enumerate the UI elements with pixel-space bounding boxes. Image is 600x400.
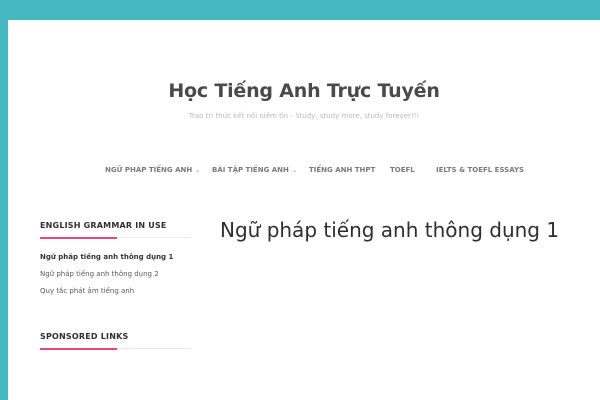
sidebar-link-ngu-phap-1[interactable]: Ngữ pháp tiếng anh thông dụng 1 bbox=[40, 253, 173, 270]
nav-item-label: TIẾNG ANH THPT bbox=[309, 166, 376, 174]
chevron-down-icon: ⌄ bbox=[195, 167, 201, 174]
nav-item-label: IELTS & TOEFL ESSAYS bbox=[436, 166, 525, 174]
nav-item-tieng-anh-thpt[interactable]: TIẾNG ANH THPT bbox=[309, 166, 375, 174]
main-navigation: NGỮ PHÁP TIẾNG ANH ⌄ BÀI TẬP TIẾNG ANH ⌄ T… bbox=[8, 166, 600, 178]
sidebar-link-ngu-phap-2[interactable]: Ngữ pháp tiếng anh thông dụng 2 bbox=[40, 270, 173, 287]
widget-accent-bar bbox=[40, 348, 117, 350]
page-container: Học Tiếng Anh Trực Tuyến Trao tri thức k… bbox=[8, 20, 600, 400]
chevron-down-icon: ⌄ bbox=[291, 167, 297, 174]
nav-item-ngu-phap-tieng-anh[interactable]: NGỮ PHÁP TIẾNG ANH ⌄ bbox=[105, 166, 200, 174]
nav-item-label: BÀI TẬP TIẾNG ANH bbox=[212, 166, 289, 174]
nav-item-label: TOEFL bbox=[390, 166, 415, 174]
nav-item-toefl[interactable]: TOEFL bbox=[390, 166, 415, 174]
nav-item-label: NGỮ PHÁP TIẾNG ANH bbox=[105, 166, 193, 174]
widget-divider bbox=[40, 348, 191, 350]
site-tagline: Trao tri thức kết nối niềm tin - Study, … bbox=[188, 112, 420, 120]
nav-item-ielts-toefl-essays[interactable]: IELTS & TOEFL ESSAYS bbox=[436, 166, 524, 174]
widget-title-english-grammar: ENGLISH GRAMMAR IN USE bbox=[40, 221, 167, 230]
post-title: Ngữ pháp tiếng anh thông dụng 1 bbox=[220, 218, 560, 242]
sidebar-link-quy-tac-phat-am[interactable]: Quy tắc phát âm tiếng anh bbox=[40, 287, 173, 304]
nav-item-bai-tap-tieng-anh[interactable]: BÀI TẬP TIẾNG ANH ⌄ bbox=[212, 166, 297, 174]
widget-title-sponsored-links: SPONSORED LINKS bbox=[40, 332, 129, 341]
grammar-links-list: Ngữ pháp tiếng anh thông dụng 1 Ngữ pháp… bbox=[40, 253, 173, 304]
widget-divider bbox=[40, 237, 191, 239]
site-title[interactable]: Học Tiếng Anh Trực Tuyến bbox=[8, 80, 600, 102]
widget-accent-bar bbox=[40, 237, 117, 239]
